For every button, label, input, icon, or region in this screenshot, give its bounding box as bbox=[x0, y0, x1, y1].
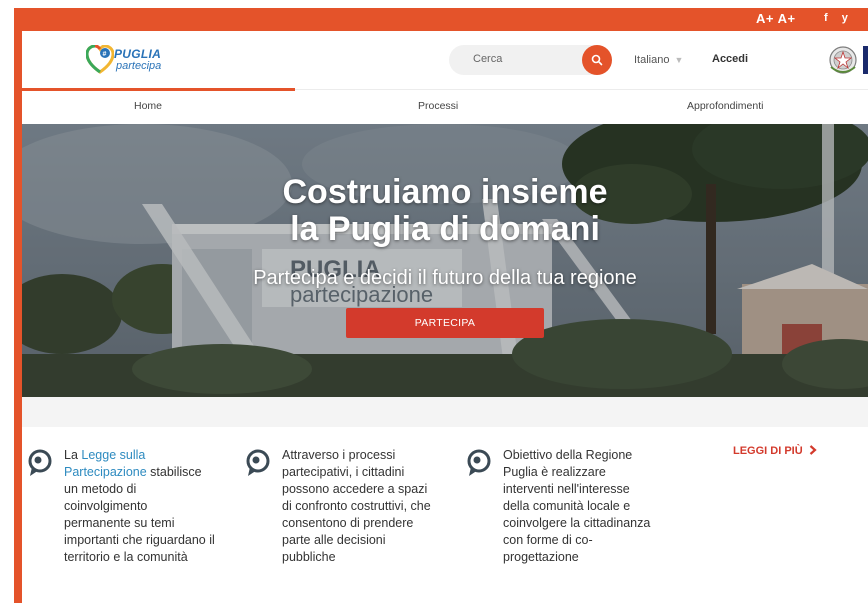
nav-item-processi[interactable]: Processi bbox=[418, 100, 458, 112]
left-accent-bar bbox=[14, 8, 22, 603]
hero-title: Costruiamo insieme la Puglia di domani bbox=[22, 174, 868, 248]
font-size-controls[interactable]: A+ A+ bbox=[756, 11, 796, 26]
logo-word-partecipa: partecipa bbox=[116, 60, 162, 72]
hero-background-image: PUGLIA partecipazione bbox=[22, 124, 868, 397]
language-label: Italiano bbox=[634, 54, 670, 66]
svg-text:#: # bbox=[103, 51, 107, 58]
feature-text: La Legge sulla Partecipazione stabilisce… bbox=[64, 447, 216, 566]
nav-active-indicator bbox=[22, 88, 295, 91]
page: A+ A+ f y # PUGLIA partecipa Cerca Itali… bbox=[14, 0, 868, 603]
read-more-link[interactable]: LEGGI DI PIÙ bbox=[733, 445, 817, 457]
logo-word-puglia: PUGLIA bbox=[114, 47, 162, 61]
hero-title-line-2: la Puglia di domani bbox=[290, 210, 600, 248]
read-more-label: LEGGI DI PIÙ bbox=[733, 445, 803, 457]
twitter-icon[interactable]: y bbox=[842, 12, 848, 24]
section-divider-band bbox=[22, 397, 868, 427]
hero-subtitle: Partecipa e decidi il futuro della tua r… bbox=[253, 267, 637, 289]
site-header: # PUGLIA partecipa Cerca Italiano ▼ Acced… bbox=[22, 31, 868, 89]
chat-bubble-icon bbox=[467, 449, 491, 476]
feature-text-before: La bbox=[64, 448, 82, 462]
search-placeholder: Cerca bbox=[473, 53, 503, 65]
top-utility-bar: A+ A+ f y bbox=[14, 8, 868, 31]
facebook-icon[interactable]: f bbox=[824, 12, 828, 24]
search-button[interactable] bbox=[582, 45, 612, 75]
chat-bubble-icon bbox=[28, 449, 52, 476]
site-logo[interactable]: # PUGLIA partecipa bbox=[86, 45, 166, 77]
feature-text-after: stabilisce un metodo di coinvolgimento p… bbox=[64, 465, 215, 564]
hero-banner: PUGLIA partecipazione Costruiamo insieme… bbox=[22, 124, 868, 397]
hero-title-line-1: Costruiamo insieme bbox=[282, 173, 608, 211]
search-icon bbox=[591, 54, 603, 66]
feature-text: Attraverso i processi partecipativi, i c… bbox=[282, 448, 431, 564]
logo-heart-icon: # bbox=[86, 45, 114, 74]
partecipa-button[interactable]: PARTECIPA bbox=[346, 308, 544, 338]
chevron-down-icon: ▼ bbox=[674, 55, 684, 65]
regione-wordmark-bar bbox=[863, 46, 868, 74]
nav-item-home[interactable]: Home bbox=[134, 100, 162, 112]
regione-emblem-icon bbox=[829, 46, 857, 74]
social-links: f y bbox=[824, 12, 859, 24]
nav-item-approfondimenti[interactable]: Approfondimenti bbox=[687, 100, 763, 112]
chevron-right-icon bbox=[809, 445, 817, 455]
language-selector[interactable]: Italiano ▼ bbox=[634, 54, 683, 66]
feature-text: Obiettivo della Regione Puglia è realizz… bbox=[503, 448, 651, 564]
chat-bubble-icon bbox=[246, 449, 270, 476]
main-nav: Home Processi Approfondimenti bbox=[22, 88, 868, 124]
login-link[interactable]: Accedi bbox=[712, 53, 748, 65]
